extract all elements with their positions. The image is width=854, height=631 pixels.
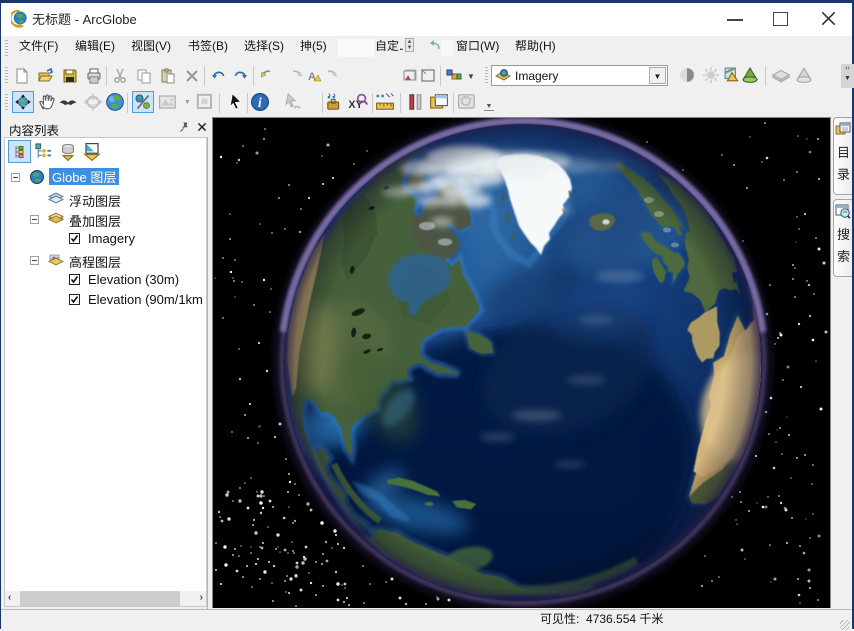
svg-text:XY: XY [348,99,363,111]
svg-text:i: i [258,95,262,110]
